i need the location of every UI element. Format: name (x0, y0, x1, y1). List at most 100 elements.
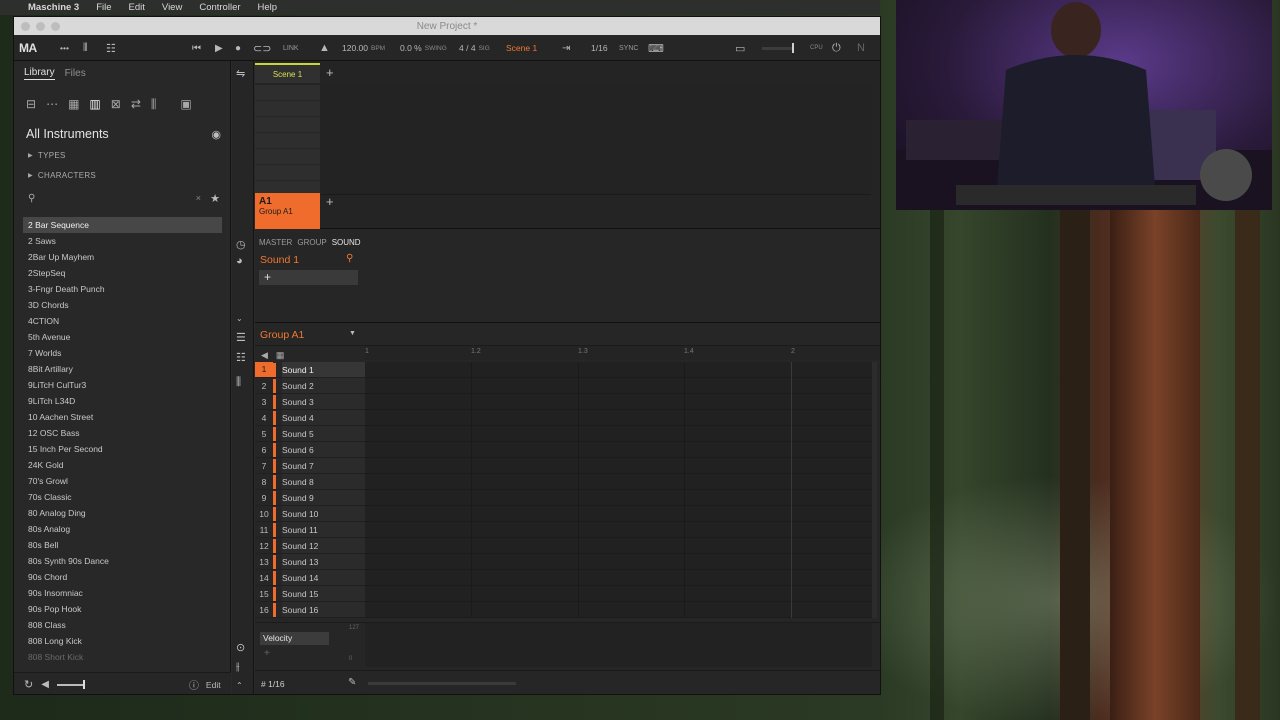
loops-filter-icon[interactable]: ⇄ (131, 97, 141, 111)
sound-name-label[interactable]: Sound 1 (282, 362, 365, 377)
preset-item[interactable]: 5th Avenue (14, 329, 230, 345)
sound-row[interactable]: 3 Sound 3 (255, 394, 365, 410)
menu-controller[interactable]: Controller (199, 2, 240, 13)
characters-filter[interactable]: ▶ CHARACTERS (14, 166, 230, 184)
preset-item[interactable]: 80s Synth 90s Dance (14, 553, 230, 569)
sound-name-label[interactable]: Sound 7 (282, 458, 365, 473)
sound-row[interactable]: 5 Sound 5 (255, 426, 365, 442)
pencil-icon[interactable]: ✎ (348, 677, 356, 688)
menu-help[interactable]: Help (258, 2, 278, 13)
sound-row[interactable]: 16 Sound 16 (255, 602, 365, 618)
preset-item[interactable]: 12 OSC Bass (14, 425, 230, 441)
add-lane-button[interactable]: + (264, 648, 270, 659)
preset-item[interactable]: 2Bar Up Mayhem (14, 249, 230, 265)
volume-slider[interactable] (762, 35, 794, 61)
preset-item[interactable]: 24K Gold (14, 457, 230, 473)
collapse-panel-icon[interactable]: ⌄ (236, 314, 243, 323)
prehear-volume-handle[interactable] (82, 680, 85, 689)
step-grid[interactable] (365, 362, 872, 618)
preset-item[interactable]: 90s Insomniac (14, 585, 230, 601)
plugin-view-icon[interactable]: ◷ (236, 238, 246, 251)
follow-icon[interactable]: ⇥ (562, 35, 570, 61)
rewind-icon[interactable]: ⏮ (192, 35, 201, 61)
preset-item[interactable]: 8Bit Artillary (14, 361, 230, 377)
editor-group-name[interactable]: Group A1 (260, 329, 304, 341)
add-group-button[interactable]: + (326, 194, 334, 209)
favorites-star-icon[interactable]: ★ (210, 192, 220, 205)
preset-item[interactable]: 9LiTch L34D (14, 393, 230, 409)
preset-item[interactable]: 80s Bell (14, 537, 230, 553)
grid-display[interactable]: 1/16 (591, 35, 608, 61)
preset-item[interactable]: 9LiTcH CulTur3 (14, 377, 230, 393)
velocity-grid[interactable] (365, 623, 872, 667)
preset-item[interactable]: 2StepSeq (14, 265, 230, 281)
sound-name[interactable]: Sound 1 (260, 254, 299, 266)
menu-edit[interactable]: Edit (129, 2, 145, 13)
sounds-filter-icon[interactable]: ▦ (68, 97, 79, 111)
link-button[interactable]: LINK (283, 35, 299, 61)
preset-item[interactable]: 4CTION (14, 313, 230, 329)
clear-search-icon[interactable]: × (196, 193, 201, 203)
sync-button[interactable]: SYNC (619, 35, 638, 61)
group-tile-a1[interactable]: A1 Group A1 (255, 193, 320, 229)
velocity-selector[interactable]: Velocity (260, 632, 329, 645)
sound-row[interactable]: 7 Sound 7 (255, 458, 365, 474)
sound-name-label[interactable]: Sound 2 (282, 378, 365, 393)
sound-row[interactable]: 2 Sound 2 (255, 378, 365, 394)
menu-file[interactable]: File (96, 2, 111, 13)
speaker-icon[interactable]: ◀ (41, 679, 49, 690)
preset-item[interactable]: 808 Class (14, 617, 230, 633)
sound-row[interactable]: 4 Sound 4 (255, 410, 365, 426)
chevron-down-icon[interactable]: ▼ (349, 330, 356, 337)
preset-item[interactable]: 90s Chord (14, 569, 230, 585)
effects-filter-icon[interactable]: ⊠ (111, 97, 121, 111)
sound-row[interactable]: 15 Sound 15 (255, 586, 365, 602)
sound-row[interactable]: 10 Sound 10 (255, 506, 365, 522)
tab-group[interactable]: GROUP (297, 238, 326, 247)
step-size-value[interactable]: 1/16 (268, 679, 285, 689)
projects-filter-icon[interactable]: ⊟ (26, 97, 36, 111)
preset-item[interactable]: 2 Saws (14, 233, 230, 249)
preset-item[interactable]: 3-Fngr Death Punch (14, 281, 230, 297)
preset-item[interactable]: 80s Analog (14, 521, 230, 537)
modulation-icon[interactable]: ⫲ (236, 661, 240, 674)
menu-app-name[interactable]: Maschine 3 (28, 2, 79, 13)
samples-filter-icon[interactable]: ⫼ (151, 97, 157, 112)
preset-item[interactable]: 7 Worlds (14, 345, 230, 361)
eye-icon[interactable]: ◉ (211, 128, 221, 141)
velocity-lane-icon[interactable]: ⊙ (236, 641, 245, 654)
preset-item[interactable]: 808 Long Kick (14, 633, 230, 649)
tab-library[interactable]: Library (24, 67, 55, 80)
loop-icon[interactable]: ⊂⊃ (253, 35, 271, 61)
scene-tab[interactable]: Scene 1 (255, 63, 320, 83)
tempo-display[interactable]: 120.00 BPM (342, 35, 385, 61)
sound-name-label[interactable]: Sound 11 (282, 522, 365, 537)
preset-item[interactable]: 10 Aachen Street (14, 409, 230, 425)
tempo-value[interactable]: 120.00 (342, 43, 368, 53)
refresh-icon[interactable]: ↻ (24, 678, 33, 691)
mute-speaker-icon[interactable]: ◀ (261, 350, 268, 361)
horizontal-scrollbar[interactable] (368, 682, 516, 685)
step-size[interactable]: # 1/16 (261, 679, 285, 689)
swing-value[interactable]: 0.0 % (400, 43, 422, 53)
sound-row[interactable]: 9 Sound 9 (255, 490, 365, 506)
keyboard-view-icon[interactable]: ⫼ (236, 376, 241, 389)
swing-display[interactable]: 0.0 % SWING (400, 35, 447, 61)
characters-label[interactable]: CHARACTERS (38, 171, 96, 180)
sound-row[interactable]: 6 Sound 6 (255, 442, 365, 458)
preset-item[interactable]: 3D Chords (14, 297, 230, 313)
preset-item[interactable]: 70s Classic (14, 489, 230, 505)
preset-item[interactable]: 90s Pop Hook (14, 601, 230, 617)
clip-view-icon[interactable]: ☷ (236, 351, 246, 364)
mixer-toggle-icon[interactable]: ☷ (106, 35, 116, 61)
pattern-view-icon[interactable]: ☰ (236, 331, 246, 344)
sound-name-label[interactable]: Sound 8 (282, 474, 365, 489)
more-menu-icon[interactable]: ••• (60, 35, 69, 61)
preset-item[interactable]: 80 Analog Ding (14, 505, 230, 521)
library-search[interactable]: ⚲ × ★ (14, 188, 230, 208)
preset-item[interactable]: 15 Inch Per Second (14, 441, 230, 457)
sound-name-label[interactable]: Sound 4 (282, 410, 365, 425)
sound-name-label[interactable]: Sound 16 (282, 602, 365, 617)
timeline-ruler[interactable]: 1 1.2 1.3 1.4 2 (365, 346, 880, 360)
edit-button[interactable]: Edit (206, 680, 221, 690)
